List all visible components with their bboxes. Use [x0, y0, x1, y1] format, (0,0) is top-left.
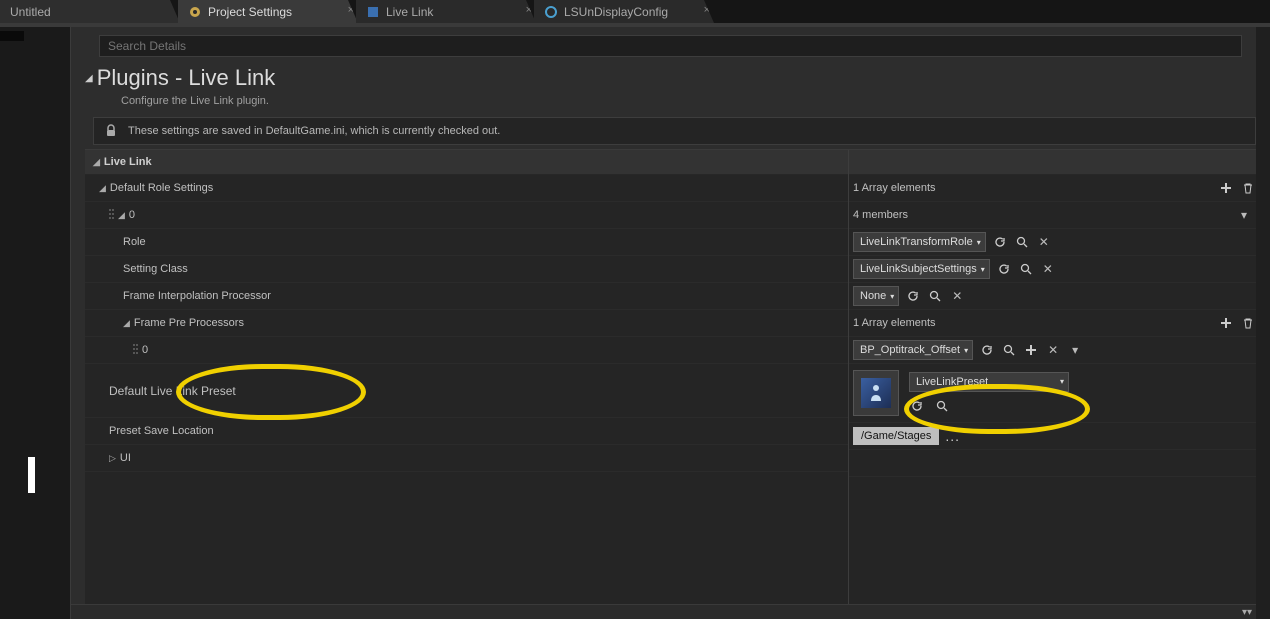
row-preset-save: Preset Save Location — [109, 425, 214, 437]
drag-handle-icon[interactable] — [109, 209, 114, 221]
tab-live-link[interactable]: Live Link × — [356, 0, 536, 23]
tab-label: Project Settings — [208, 5, 292, 19]
row-setting-class: Setting Class — [123, 263, 188, 275]
page-subtitle: Configure the Live Link plugin. — [85, 91, 1270, 117]
info-text: These settings are saved in DefaultGame.… — [128, 125, 500, 137]
reset-icon[interactable] — [905, 288, 921, 304]
details-expand-bar[interactable]: ▾▾ — [71, 604, 1270, 619]
project-settings-icon — [188, 5, 202, 19]
array-elements-label: 1 Array elements — [853, 317, 936, 329]
row-ui: UI — [120, 452, 131, 464]
preset-dropdown[interactable]: LiveLinkPreset ▾ — [909, 372, 1069, 392]
save-path-pill[interactable]: /Game/Stages — [853, 427, 939, 445]
browse-icon[interactable] — [927, 288, 943, 304]
chevron-down-icon[interactable]: ◢ — [99, 183, 106, 194]
tab-label: Untitled — [10, 5, 51, 19]
delete-button[interactable] — [1240, 180, 1256, 196]
chevron-down-icon[interactable]: ▾ — [1067, 342, 1083, 358]
chevron-down-icon[interactable]: ◢ — [93, 157, 100, 168]
row-default-preset: Default Live Link Preset — [109, 384, 236, 398]
collapse-icon[interactable]: ◢ — [85, 73, 93, 84]
drag-handle-icon[interactable] — [133, 344, 138, 356]
preset-thumbnail[interactable] — [853, 370, 899, 416]
browse-path-button[interactable]: ... — [945, 428, 960, 444]
close-icon[interactable]: × — [348, 4, 354, 16]
row-default-role-settings: Default Role Settings — [110, 182, 213, 194]
clear-icon[interactable]: ✕ — [949, 288, 965, 304]
array-elements-label: 1 Array elements — [853, 182, 936, 194]
frame-pre-dropdown[interactable]: BP_Optitrack_Offset▾ — [853, 340, 973, 360]
clear-icon[interactable]: ✕ — [1040, 261, 1056, 277]
lock-icon — [104, 124, 118, 138]
tab-untitled[interactable]: Untitled — [0, 0, 180, 23]
row-pre-index-0: 0 — [142, 344, 148, 356]
role-dropdown[interactable]: LiveLinkTransformRole▾ — [853, 232, 986, 252]
clear-icon[interactable]: ✕ — [1045, 342, 1061, 358]
section-live-link: Live Link — [104, 156, 152, 168]
settings-panel: ◢ Plugins - Live Link Configure the Live… — [70, 27, 1270, 619]
tab-label: Live Link — [386, 5, 433, 19]
browse-icon[interactable] — [1001, 342, 1017, 358]
browse-icon[interactable] — [1018, 261, 1034, 277]
clear-icon[interactable]: ✕ — [1036, 234, 1052, 250]
reset-icon[interactable] — [979, 342, 995, 358]
reset-icon[interactable] — [909, 398, 925, 414]
add-element-button[interactable] — [1218, 180, 1234, 196]
search-input[interactable] — [99, 35, 1242, 57]
tab-display-config[interactable]: LSUnDisplayConfig × — [534, 0, 714, 23]
members-label: 4 members — [853, 209, 908, 221]
row-index-0: 0 — [129, 209, 135, 221]
add-element-button[interactable] — [1218, 315, 1234, 331]
chevron-right-icon[interactable]: ▷ — [109, 453, 116, 464]
browse-icon[interactable] — [1014, 234, 1030, 250]
chevron-down-icon[interactable]: ◢ — [123, 318, 130, 329]
left-margin — [0, 27, 70, 619]
tab-project-settings[interactable]: Project Settings × — [178, 0, 358, 23]
row-role: Role — [123, 236, 146, 248]
page-title: Plugins - Live Link — [97, 65, 276, 91]
reset-icon[interactable] — [992, 234, 1008, 250]
row-frame-pre-processors: Frame Pre Processors — [134, 317, 244, 329]
chevron-down-icon[interactable]: ◢ — [118, 210, 125, 221]
browse-icon[interactable] — [934, 398, 950, 414]
reset-icon[interactable] — [996, 261, 1012, 277]
frame-interp-dropdown[interactable]: None▾ — [853, 286, 899, 306]
row-frame-interp: Frame Interpolation Processor — [123, 290, 271, 302]
chevron-down-icon: ▾▾ — [1242, 607, 1252, 618]
display-config-icon — [544, 5, 558, 19]
tab-label: LSUnDisplayConfig — [564, 5, 668, 19]
chevron-down-icon[interactable]: ▾ — [1236, 207, 1252, 223]
info-banner: These settings are saved in DefaultGame.… — [93, 117, 1256, 145]
top-tab-bar: Untitled Project Settings × Live Link × … — [0, 0, 1270, 23]
live-link-icon — [366, 5, 380, 19]
close-icon[interactable]: × — [526, 4, 532, 16]
setting-class-dropdown[interactable]: LiveLinkSubjectSettings▾ — [853, 259, 990, 279]
close-icon[interactable]: × — [704, 4, 710, 16]
add-element-button[interactable] — [1023, 342, 1039, 358]
delete-button[interactable] — [1240, 315, 1256, 331]
scrollbar[interactable] — [1256, 27, 1270, 619]
